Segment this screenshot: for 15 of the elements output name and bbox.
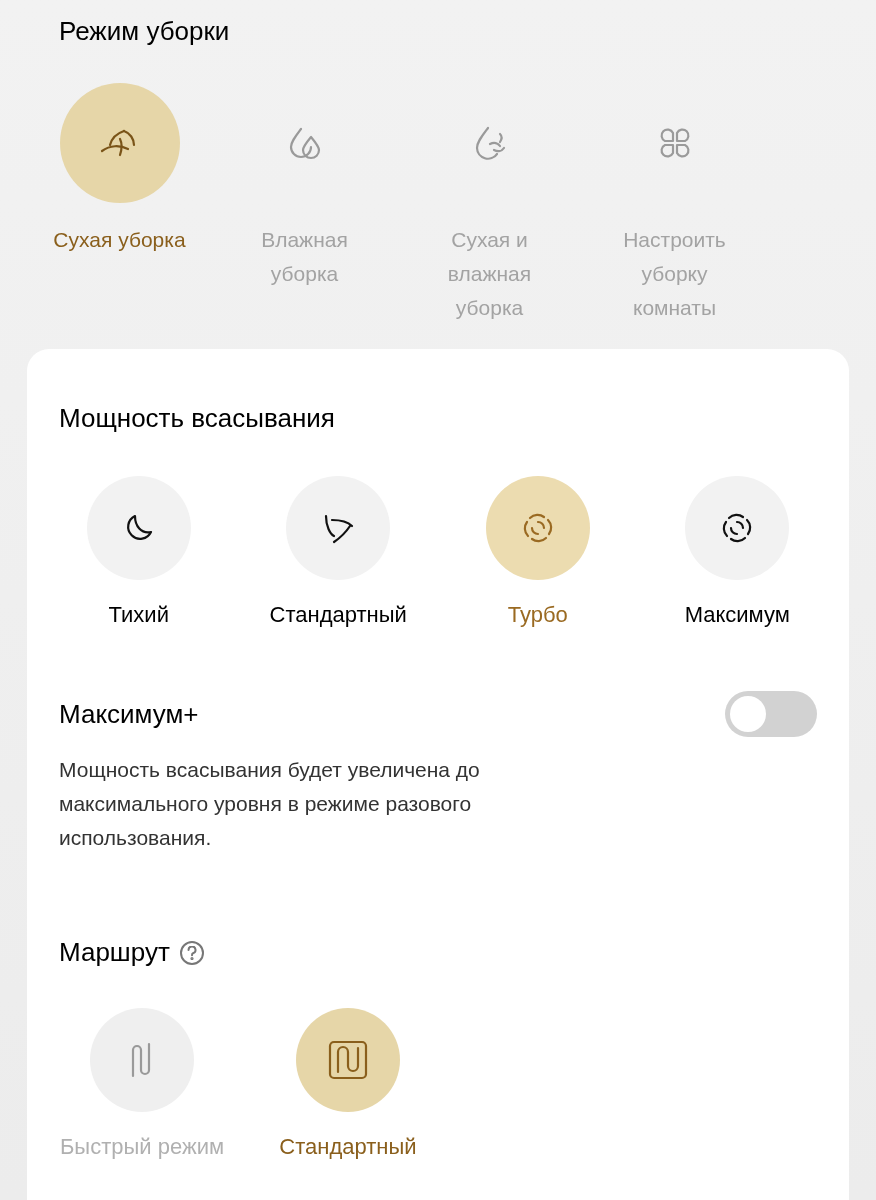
- description-text: Мощность всасывания будет увеличена до максимального уровня в режиме разового использования.: [59, 757, 481, 851]
- section-title: Мощность всасывания: [59, 402, 336, 435]
- suction-power-option[interactable]: Стандартный: [238, 476, 438, 631]
- suction-power-option[interactable]: Тихий: [39, 476, 239, 631]
- route-option[interactable]: Стандартный: [245, 1008, 451, 1163]
- suction-power-option[interactable]: Турбо: [438, 476, 638, 631]
- section-title: Режим уборки: [58, 15, 231, 48]
- toggle-knob: [730, 696, 766, 732]
- section-title: Маршрут: [59, 936, 170, 969]
- help-icon[interactable]: [179, 940, 204, 965]
- toggle-switch[interactable]: [725, 691, 817, 737]
- suction-power-option[interactable]: Максимум: [637, 476, 837, 631]
- boxed-path-icon: [326, 1038, 370, 1082]
- cleaning-mode-option[interactable]: Сухая уборка: [27, 83, 212, 325]
- setting-title: Максимум+: [59, 697, 199, 731]
